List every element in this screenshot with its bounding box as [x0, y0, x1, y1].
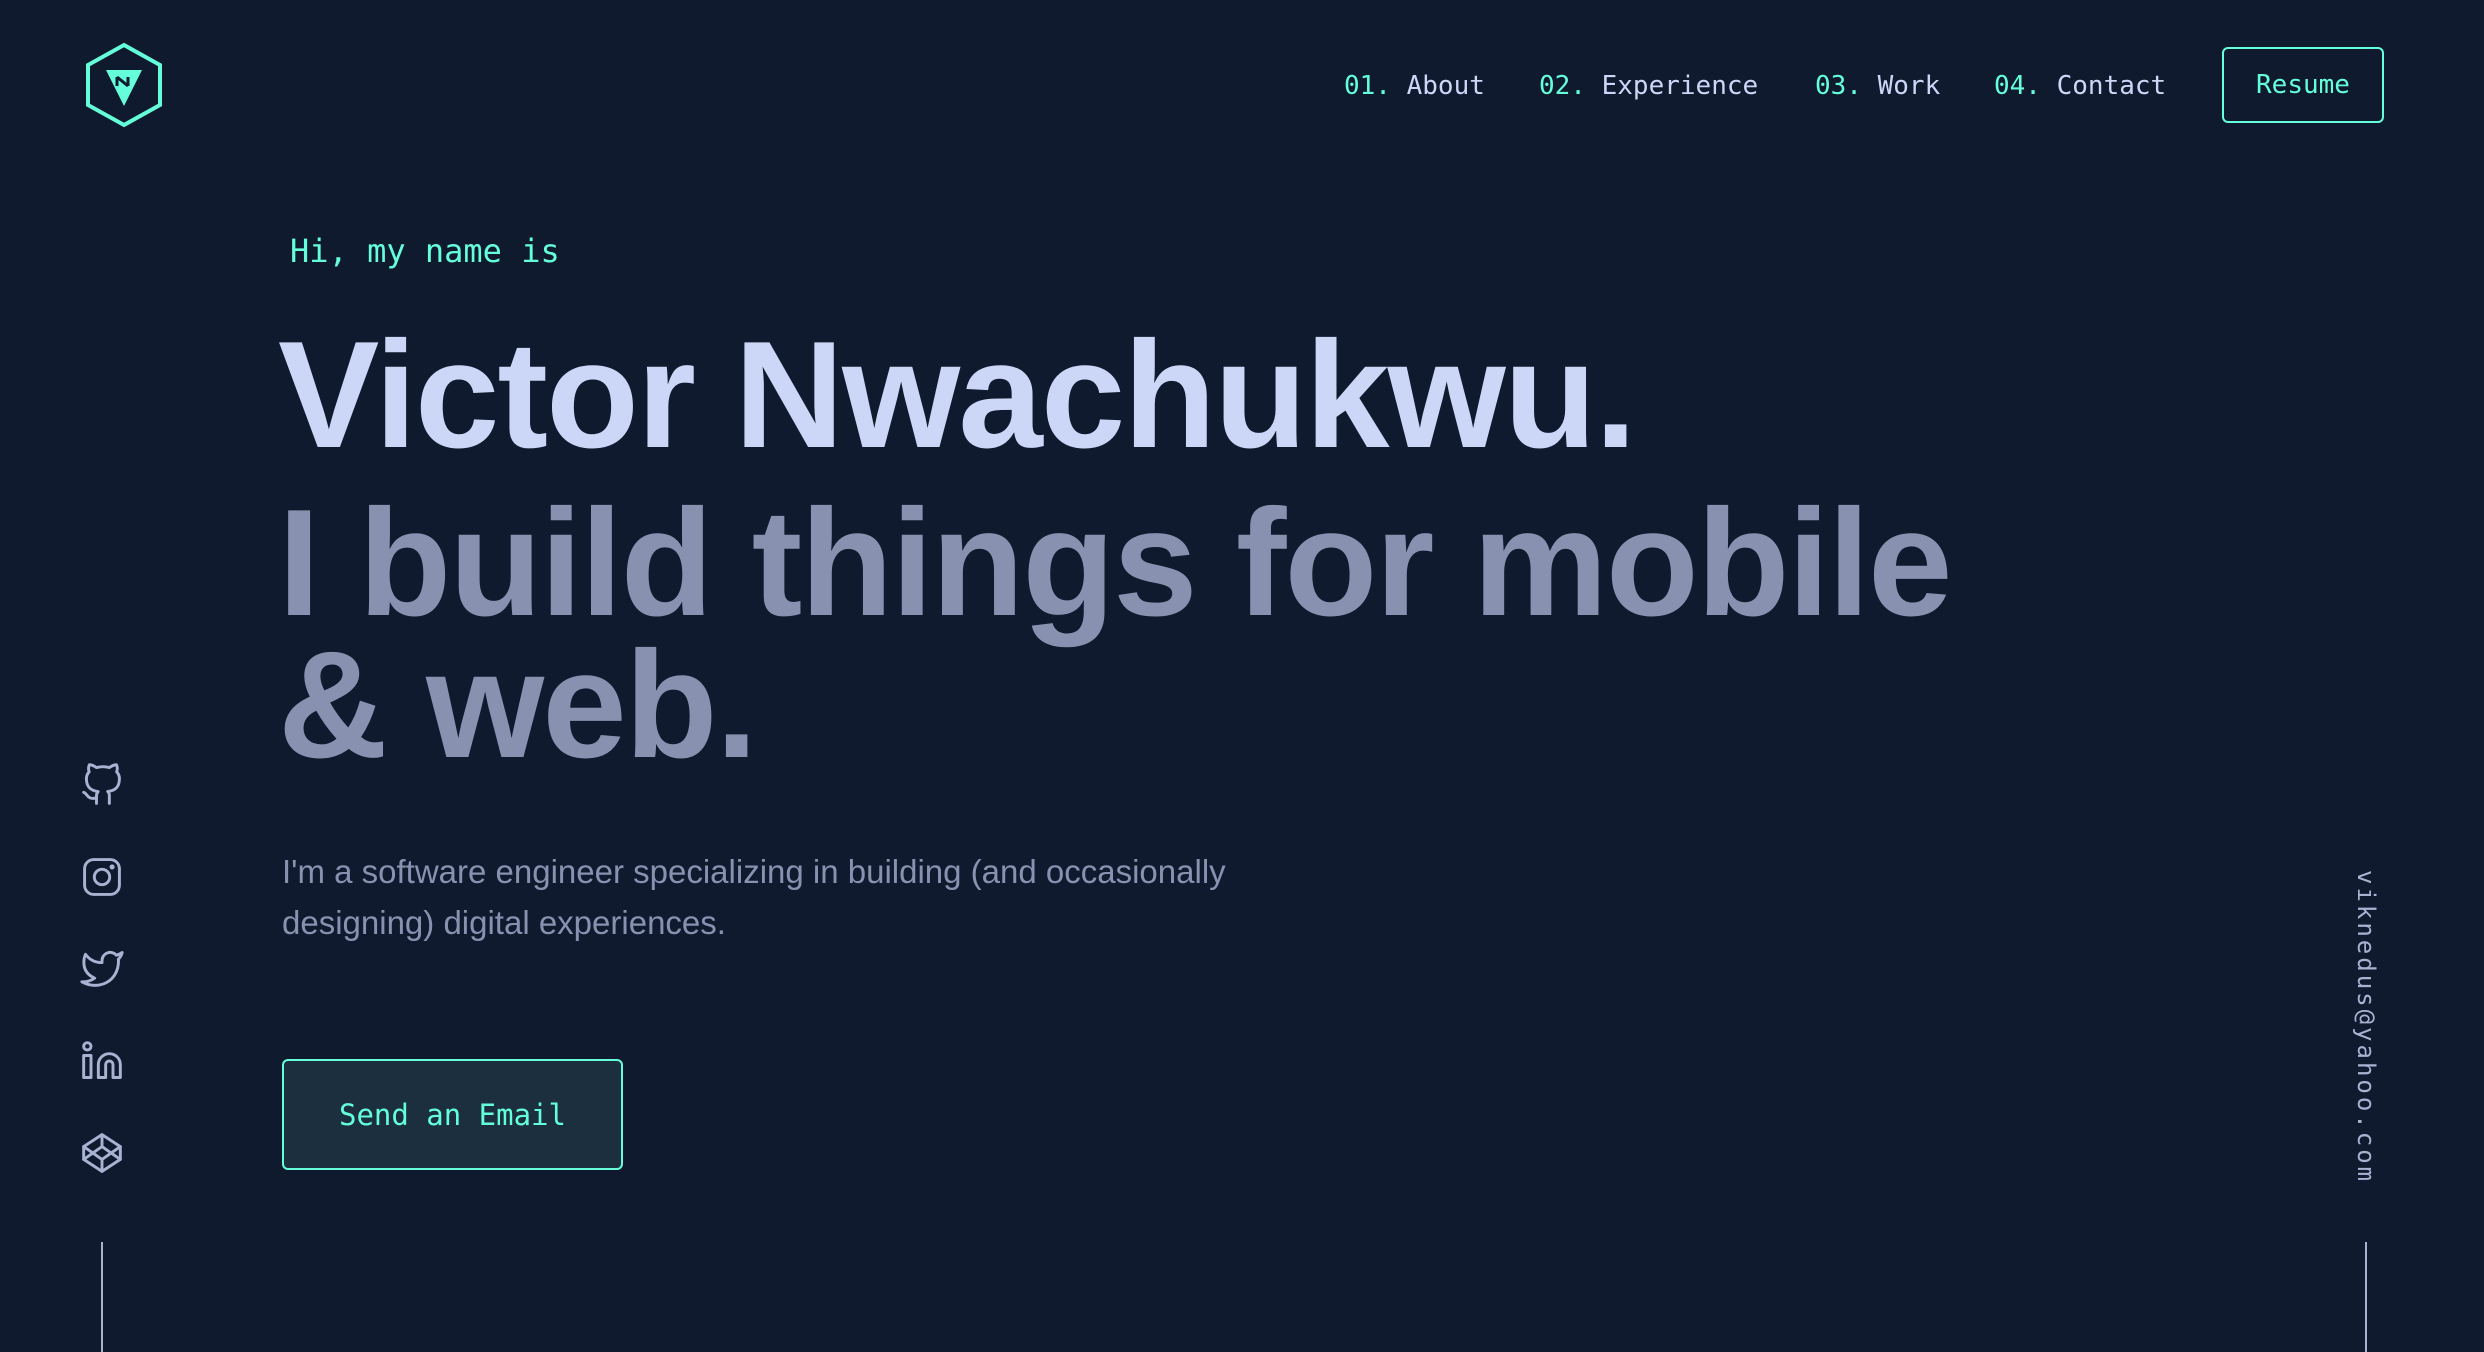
- nav-item-work[interactable]: 03. Work: [1815, 66, 1940, 106]
- twitter-icon: [80, 950, 124, 987]
- nav-item-number: 04.: [1994, 71, 2041, 101]
- nav-item-label: About: [1406, 71, 1485, 101]
- resume-button[interactable]: Resume: [2222, 47, 2384, 123]
- nav-item-label: Contact: [2056, 71, 2167, 101]
- twitter-link[interactable]: [80, 947, 124, 991]
- nav-item-experience[interactable]: 02. Experience: [1539, 66, 1758, 106]
- linkedin-icon: [82, 1041, 122, 1079]
- hero-name: Victor Nwachukwu.: [278, 310, 1637, 480]
- main-nav: 01. About 02. Experience 03. Work 04. Co…: [0, 66, 2484, 106]
- nav-item-number: 02.: [1539, 71, 1586, 101]
- codepen-link[interactable]: [80, 1131, 124, 1175]
- instagram-link[interactable]: [80, 855, 124, 899]
- nav-item-number: 03.: [1815, 71, 1862, 101]
- send-email-button[interactable]: Send an Email: [282, 1059, 623, 1170]
- nav-item-contact[interactable]: 04. Contact: [1994, 66, 2166, 106]
- nav-item-about[interactable]: 01. About: [1344, 66, 1485, 106]
- nav-item-label: Work: [1877, 71, 1941, 101]
- instagram-icon: [83, 858, 121, 896]
- right-rail-line: [2365, 1242, 2367, 1352]
- left-rail-line: [101, 1242, 103, 1352]
- nav-item-label: Experience: [1601, 71, 1759, 101]
- github-icon: [82, 763, 121, 805]
- linkedin-link[interactable]: [80, 1039, 124, 1083]
- hero-intro: Hi, my name is: [290, 232, 560, 270]
- hero-description: I'm a software engineer specializing in …: [282, 853, 1226, 941]
- github-link[interactable]: [80, 763, 124, 807]
- side-email-link[interactable]: viknedus@yahoo.com: [2352, 870, 2380, 1184]
- codepen-icon: [82, 1133, 122, 1173]
- nav-item-number: 01.: [1344, 71, 1391, 101]
- hero-tagline: I build things for mobile & web.: [278, 478, 1953, 790]
